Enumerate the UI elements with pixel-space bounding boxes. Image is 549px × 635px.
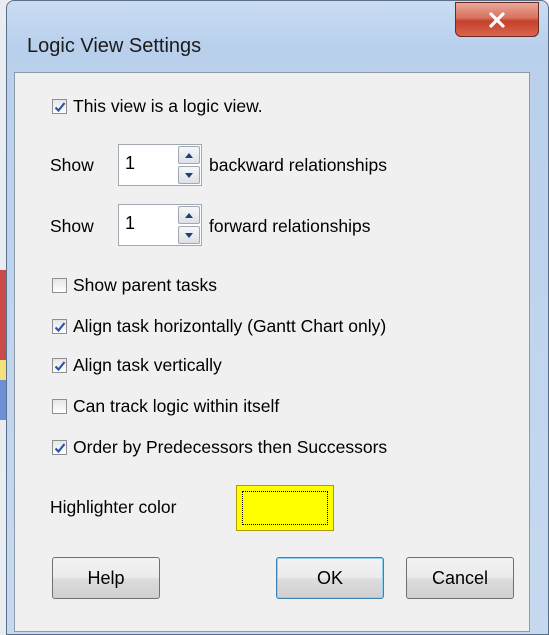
backward-label: backward relationships (209, 155, 388, 175)
align-horizontally-checkbox[interactable] (52, 319, 67, 334)
checkmark-icon (54, 101, 65, 112)
backward-show-label: Show (50, 155, 94, 175)
logic-view-label: This view is a logic view. (73, 96, 263, 116)
help-button[interactable]: Help (52, 557, 160, 599)
forward-spin-down[interactable] (178, 226, 200, 244)
cancel-button[interactable]: Cancel (406, 557, 514, 599)
track-logic-label: Can track logic within itself (73, 396, 280, 416)
highlighter-label: Highlighter color (50, 497, 177, 517)
track-logic-checkbox[interactable] (52, 399, 67, 414)
arrow-up-icon (185, 212, 193, 218)
checkmark-icon (54, 360, 65, 371)
highlighter-color-swatch[interactable] (236, 485, 334, 531)
order-predecessors-checkbox[interactable] (52, 440, 67, 455)
checkmark-icon (54, 321, 65, 332)
show-parent-tasks-label: Show parent tasks (73, 275, 217, 295)
align-vertically-checkbox[interactable] (52, 358, 67, 373)
option-align-horizontally[interactable]: Align task horizontally (Gantt Chart onl… (52, 316, 386, 337)
order-predecessors-label: Order by Predecessors then Successors (73, 437, 388, 457)
align-horizontally-label: Align task horizontally (Gantt Chart onl… (73, 316, 387, 336)
backward-suffix-row: backward relationships (209, 155, 387, 176)
forward-show-label: Show (50, 216, 94, 236)
option-order-predecessors[interactable]: Order by Predecessors then Successors (52, 437, 387, 458)
backward-row: Show (50, 155, 94, 176)
forward-row: Show (50, 216, 94, 237)
backward-spin-down[interactable] (178, 166, 200, 184)
highlighter-row: Highlighter color (50, 497, 176, 518)
show-parent-tasks-checkbox[interactable] (52, 278, 67, 293)
forward-spin-up[interactable] (178, 206, 200, 224)
backward-spinner[interactable]: 1 (118, 144, 202, 186)
arrow-up-icon (185, 152, 193, 158)
close-icon (489, 11, 505, 28)
logic-view-checkbox[interactable] (52, 99, 67, 114)
option-track-logic[interactable]: Can track logic within itself (52, 396, 279, 417)
logic-view-option[interactable]: This view is a logic view. (52, 96, 263, 117)
option-show-parent-tasks[interactable]: Show parent tasks (52, 275, 217, 296)
backward-spin-up[interactable] (178, 146, 200, 164)
close-button[interactable] (455, 2, 539, 37)
ok-button[interactable]: OK (276, 557, 384, 599)
forward-value[interactable]: 1 (125, 213, 135, 234)
checkmark-icon (54, 442, 65, 453)
forward-label: forward relationships (209, 216, 371, 236)
dialog-title: Logic View Settings (27, 35, 202, 57)
forward-spinner[interactable]: 1 (118, 204, 202, 246)
forward-suffix-row: forward relationships (209, 216, 370, 237)
focus-rectangle (242, 491, 328, 525)
option-align-vertically[interactable]: Align task vertically (52, 355, 222, 376)
arrow-down-icon (185, 172, 193, 178)
arrow-down-icon (185, 232, 193, 238)
align-vertically-label: Align task vertically (73, 355, 222, 375)
backward-value[interactable]: 1 (125, 153, 135, 174)
